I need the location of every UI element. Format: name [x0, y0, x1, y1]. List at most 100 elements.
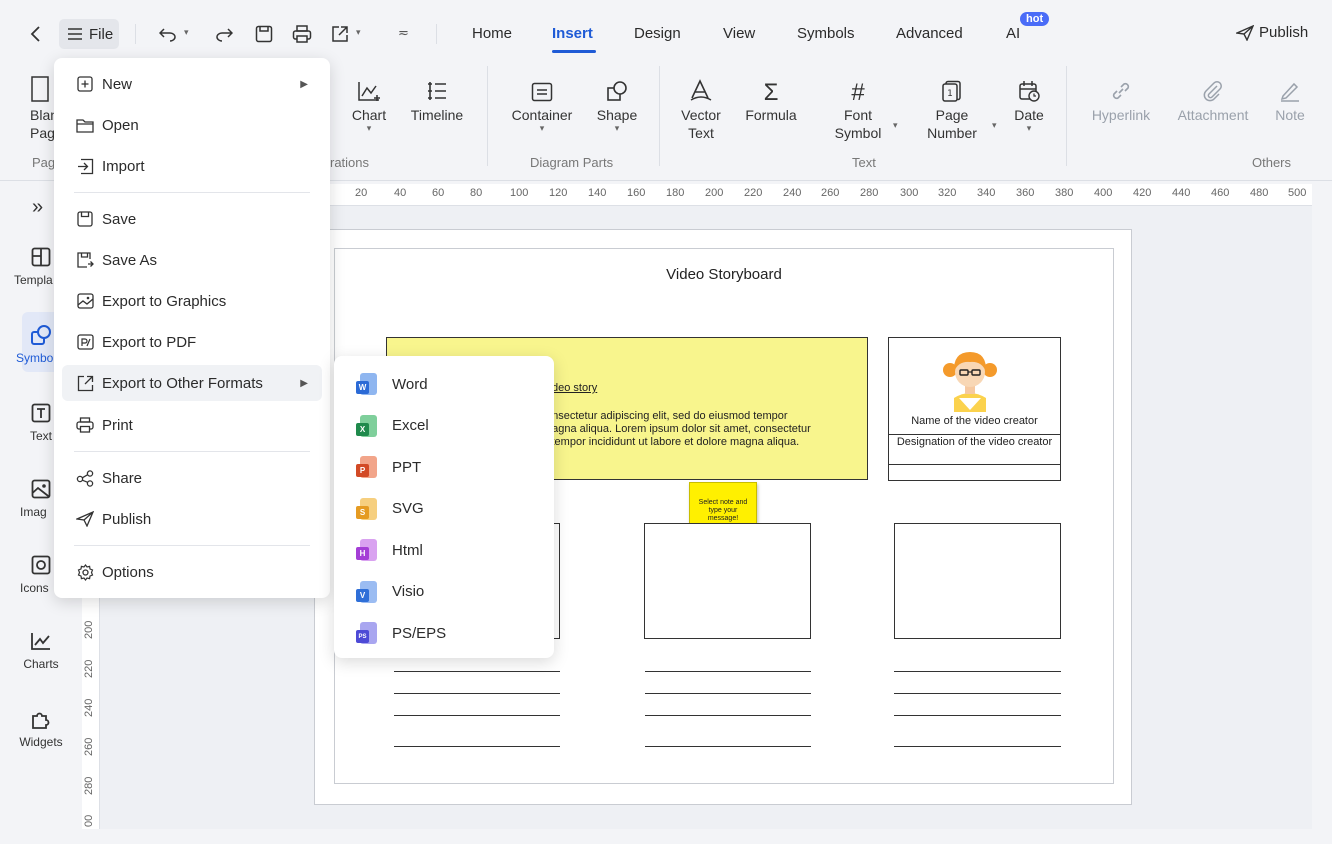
tab-insert[interactable]: Insert [552, 25, 593, 42]
html-file-icon: H [356, 539, 378, 561]
avatar [940, 342, 1000, 414]
ruler-tick: 160 [627, 187, 646, 199]
sidebar-item-widgets[interactable]: Widgets [6, 706, 76, 749]
redo-icon[interactable] [210, 20, 238, 48]
font-symbol-dropdown-icon[interactable]: ▾ [893, 120, 898, 131]
menu-item-options[interactable]: Options [54, 554, 330, 590]
undo-dropdown-icon[interactable]: ▾ [184, 27, 189, 38]
expand-sidebar-icon[interactable]: » [32, 196, 43, 219]
menu-item-export-graphics[interactable]: Export to Graphics [54, 283, 330, 319]
menu-item-share[interactable]: Share [54, 460, 330, 496]
tab-advanced[interactable]: Advanced [896, 25, 963, 42]
menu-item-label: New [102, 75, 133, 93]
publish-label: Publish [1259, 24, 1309, 41]
hyperlink-button[interactable]: Hyperlink [1086, 68, 1156, 124]
menu-item-label: Open [102, 116, 139, 134]
story-heading[interactable]: deo story [552, 382, 597, 394]
menu-item-export-other[interactable]: Export to Other Formats ▶ [62, 365, 322, 401]
menu-item-new[interactable]: New ▶ [54, 66, 330, 102]
ruler-tick: 340 [977, 187, 996, 199]
group-label-illustrations: rations [330, 155, 370, 170]
divider [135, 24, 136, 44]
story-text[interactable]: onsectetur adipiscing elit, sed do eiusm… [546, 410, 811, 449]
creator-name[interactable]: Name of the video creator [888, 415, 1061, 427]
chart-icon [357, 68, 381, 102]
writing-line [894, 671, 1061, 672]
export-format-html[interactable]: H Html [334, 532, 554, 568]
page-number-dropdown-icon[interactable]: ▾ [992, 120, 997, 131]
menu-item-import[interactable]: Import [54, 148, 330, 184]
ruler-tick: 460 [1211, 187, 1230, 199]
tab-home[interactable]: Home [472, 25, 512, 42]
timeline-icon [426, 68, 448, 102]
vector-text-button[interactable]: Vector Text [676, 68, 726, 142]
ruler-tick: 140 [588, 187, 607, 199]
container-button[interactable]: Container ▾ [506, 68, 578, 133]
writing-line [894, 715, 1061, 716]
tab-symbols[interactable]: Symbols [797, 25, 855, 42]
writing-line [394, 746, 560, 747]
more-icon[interactable]: ≂ [398, 25, 409, 41]
frame-box[interactable] [894, 523, 1061, 639]
sidebar-label: Text [29, 429, 52, 443]
back-icon[interactable] [22, 20, 50, 48]
export-icon[interactable] [326, 20, 354, 48]
formula-button[interactable]: Σ Formula [740, 68, 802, 124]
import-icon [74, 155, 96, 177]
publish-button[interactable]: Publish [1236, 24, 1308, 41]
creator-designation[interactable]: Designation of the video creator [892, 436, 1057, 449]
menu-item-label: Import [102, 157, 145, 175]
menu-item-label: Export to Other Formats [102, 374, 263, 392]
file-icon-letter: S [356, 505, 369, 519]
note-button[interactable]: Note [1270, 68, 1310, 124]
storyboard-title[interactable]: Video Storyboard [334, 266, 1114, 283]
export-format-word[interactable]: W Word [334, 366, 554, 402]
shape-button[interactable]: Shape ▾ [592, 68, 642, 133]
sidebar-item-charts[interactable]: Charts [6, 628, 76, 671]
ruler-tick: 300 [900, 187, 919, 199]
group-label-pages: Pag [32, 155, 56, 170]
timeline-button[interactable]: Timeline [404, 68, 470, 124]
file-menu-button[interactable]: File [59, 19, 119, 49]
menu-item-open[interactable]: Open [54, 107, 330, 143]
font-symbol-button[interactable]: # Font Symbol [826, 68, 890, 142]
attachment-button[interactable]: Attachment [1170, 68, 1256, 124]
print-icon[interactable] [288, 20, 316, 48]
ruler-tick: 120 [549, 187, 568, 199]
menu-item-save-as[interactable]: Save As [54, 242, 330, 278]
tab-view[interactable]: View [723, 25, 755, 42]
date-button[interactable]: Date ▾ [1008, 68, 1050, 133]
menu-item-export-pdf[interactable]: Export to PDF [54, 324, 330, 360]
frame-box[interactable] [644, 523, 811, 639]
file-icon-letter: PS [356, 630, 369, 643]
export-format-ps-eps[interactable]: PS PS/EPS [334, 615, 554, 651]
group-label-text: Text [852, 155, 876, 170]
tab-ai[interactable]: AI [1006, 25, 1020, 42]
export-format-svg[interactable]: S SVG [334, 491, 554, 527]
ruler-tick: 100 [510, 187, 529, 199]
page-number-label: Page Number [927, 107, 977, 141]
link-icon [1110, 68, 1132, 102]
gear-icon [74, 561, 96, 583]
divider [888, 434, 1061, 435]
chart-line-icon [30, 628, 52, 654]
chart-button[interactable]: Chart ▾ [346, 68, 392, 133]
menu-item-publish[interactable]: Publish [54, 501, 330, 537]
sidebar-label: Charts [23, 657, 59, 671]
export-format-visio[interactable]: V Visio [334, 574, 554, 610]
export-pdf-icon [74, 331, 96, 353]
menu-item-save[interactable]: Save [54, 201, 330, 237]
icons-icon [31, 552, 51, 578]
page-number-button[interactable]: 1 Page Number [920, 68, 984, 142]
tab-design[interactable]: Design [634, 25, 681, 42]
export-format-excel[interactable]: X Excel [334, 408, 554, 444]
undo-icon[interactable] [154, 20, 182, 48]
ruler-tick: 220 [744, 187, 763, 199]
ruler-tick: 400 [1094, 187, 1113, 199]
ruler-tick: 480 [1250, 187, 1269, 199]
export-dropdown-icon[interactable]: ▾ [356, 27, 361, 38]
save-icon[interactable] [250, 20, 278, 48]
formula-label: Formula [745, 107, 797, 123]
menu-item-print[interactable]: Print [54, 407, 330, 443]
export-format-ppt[interactable]: P PPT [334, 449, 554, 485]
